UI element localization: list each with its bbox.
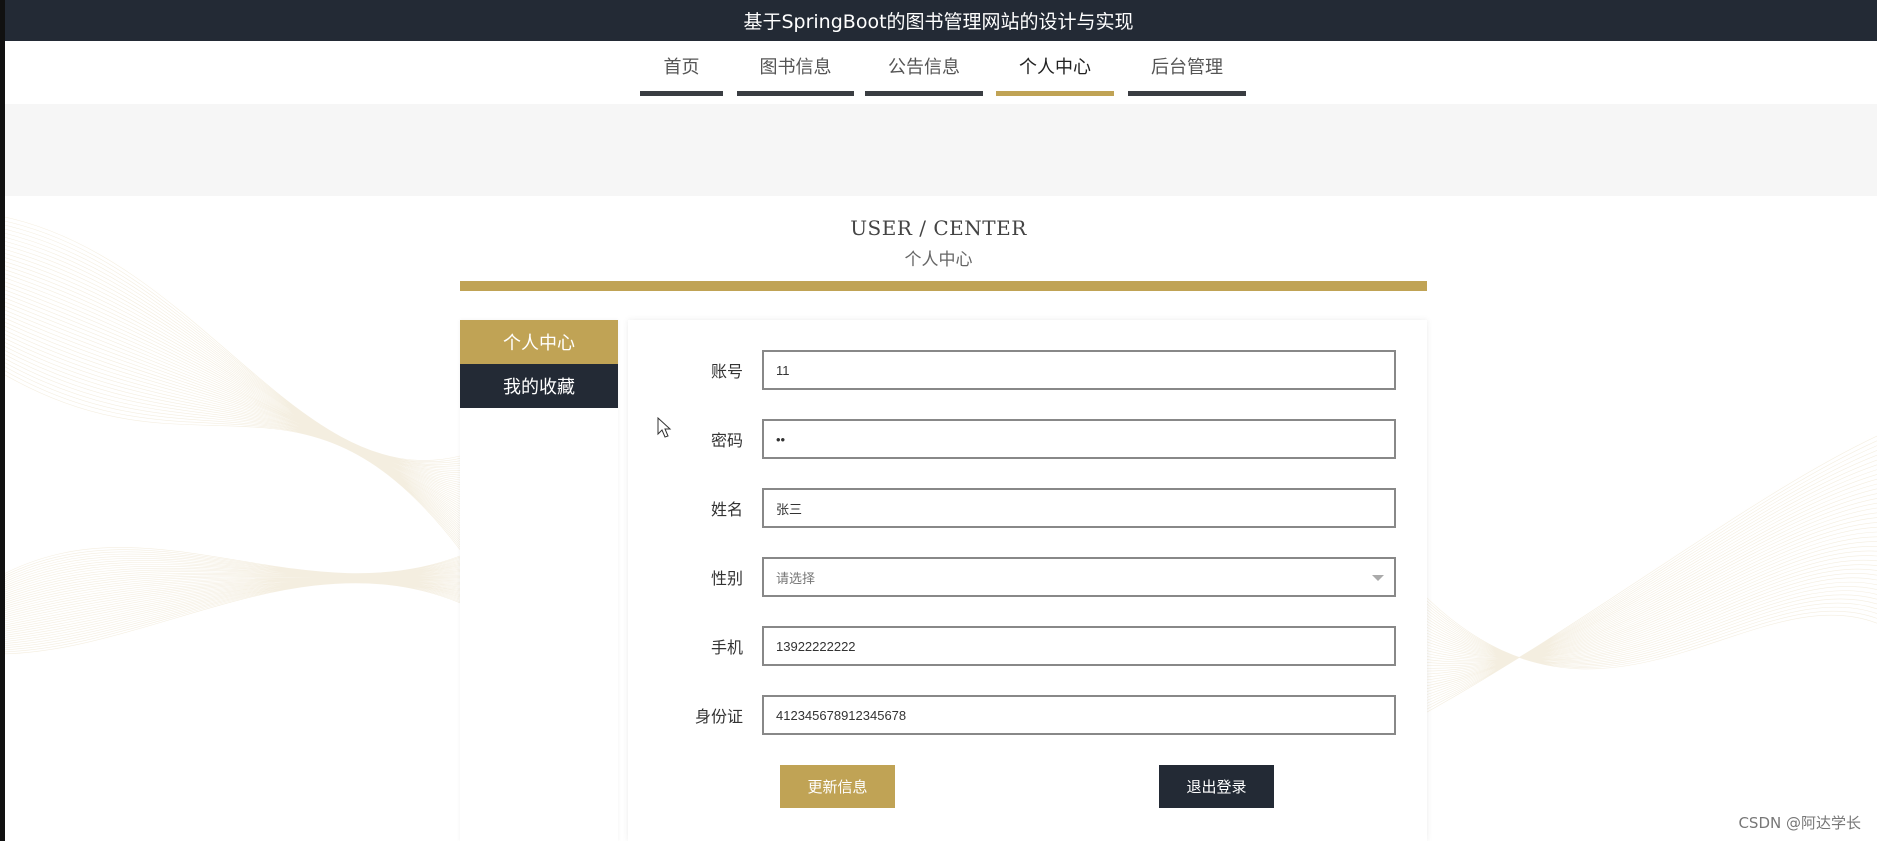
chevron-down-icon [1372, 575, 1384, 581]
id-card-row: 身份证 [628, 695, 1427, 735]
main-nav: 首页 图书信息 公告信息 个人中心 后台管理 [0, 41, 1877, 104]
section-header: USER / CENTER 个人中心 [0, 216, 1877, 270]
name-label: 姓名 [710, 500, 743, 519]
nav-item-user-center[interactable]: 个人中心 [996, 41, 1114, 96]
sidebar-item-favorites[interactable]: 我的收藏 [460, 364, 618, 408]
section-title-en: USER / CENTER [850, 216, 1027, 240]
nav-item-books[interactable]: 图书信息 [737, 41, 854, 96]
section-title-cn: 个人中心 [904, 250, 973, 270]
id-card-label: 身份证 [694, 707, 743, 726]
page: 基于SpringBoot的图书管理网站的设计与实现 首页 图书信息 公告信息 个… [0, 0, 1877, 841]
sidebar-item-user-center[interactable]: 个人中心 [460, 320, 618, 364]
gender-label: 性别 [710, 569, 743, 588]
account-field[interactable] [762, 350, 1396, 390]
mouse-cursor-icon [657, 417, 672, 438]
account-row: 账号 [628, 350, 1427, 390]
password-field[interactable] [762, 419, 1396, 459]
nav-item-admin[interactable]: 后台管理 [1128, 41, 1246, 96]
logout-button[interactable]: 退出登录 [1159, 765, 1274, 808]
password-row: 密码 [628, 419, 1427, 459]
nav-item-home[interactable]: 首页 [640, 41, 723, 96]
account-label: 账号 [710, 362, 743, 381]
site-title: 基于SpringBoot的图书管理网站的设计与实现 [743, 11, 1134, 33]
gender-select[interactable]: 请选择 [762, 557, 1396, 597]
update-info-button[interactable]: 更新信息 [780, 765, 895, 808]
name-field[interactable] [762, 488, 1396, 528]
site-title-bar: 基于SpringBoot的图书管理网站的设计与实现 [0, 0, 1877, 41]
user-sidebar: 个人中心 我的收藏 [460, 320, 618, 841]
watermark: CSDN @阿达学长 [1738, 814, 1861, 832]
phone-field[interactable] [762, 626, 1396, 666]
id-card-field[interactable] [762, 695, 1396, 735]
window-edge [0, 0, 5, 841]
phone-row: 手机 [628, 626, 1427, 666]
banner-area [0, 104, 1877, 196]
section-divider [460, 281, 1427, 291]
profile-form: 账号 密码 姓名 性别 请选择 手机 身份证 更新信息 退出登录 [628, 320, 1427, 841]
gender-placeholder: 请选择 [776, 570, 816, 586]
nav-item-notices[interactable]: 公告信息 [865, 41, 983, 96]
name-row: 姓名 [628, 488, 1427, 528]
phone-label: 手机 [710, 638, 743, 657]
gender-row: 性别 请选择 [628, 557, 1427, 597]
